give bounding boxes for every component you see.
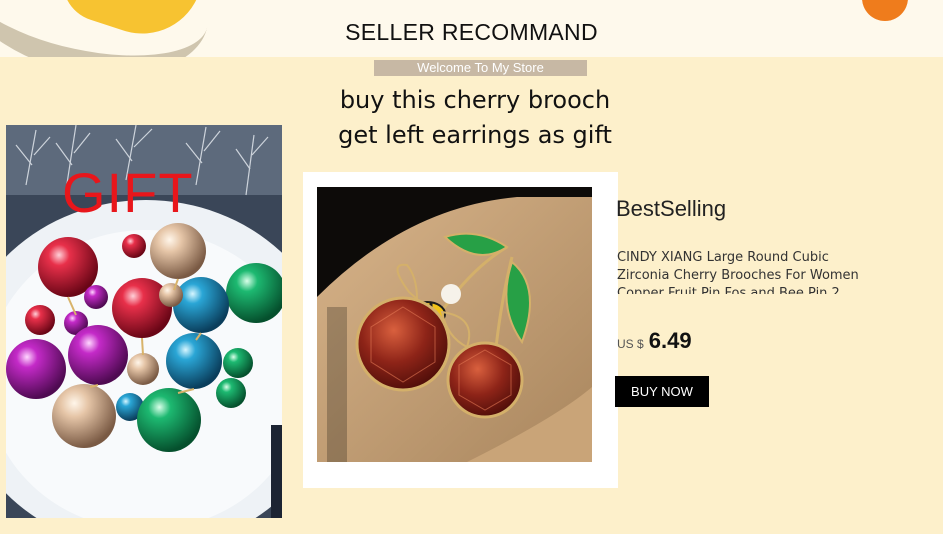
gift-label: GIFT [62, 161, 194, 224]
currency-label: US $ [617, 337, 644, 351]
product-title[interactable]: CINDY XIANG Large Round Cubic Zirconia C… [617, 249, 872, 294]
promo-line-2: get left earrings as gift [338, 121, 612, 149]
section-title: SELLER RECOMMAND [345, 19, 598, 45]
product-image[interactable] [317, 187, 592, 462]
cherry-brooch-illustration [317, 187, 592, 462]
price-row: US $ 6.49 [617, 328, 692, 354]
promo-line-1: buy this cherry brooch [339, 86, 611, 114]
price-value: 6.49 [648, 328, 692, 353]
decorative-orange-circle [862, 0, 908, 21]
best-selling-label: BestSelling [616, 196, 727, 221]
welcome-banner: Welcome To My Store [374, 60, 587, 76]
buy-now-button[interactable]: BUY NOW [615, 376, 709, 407]
product-card[interactable] [303, 172, 618, 488]
